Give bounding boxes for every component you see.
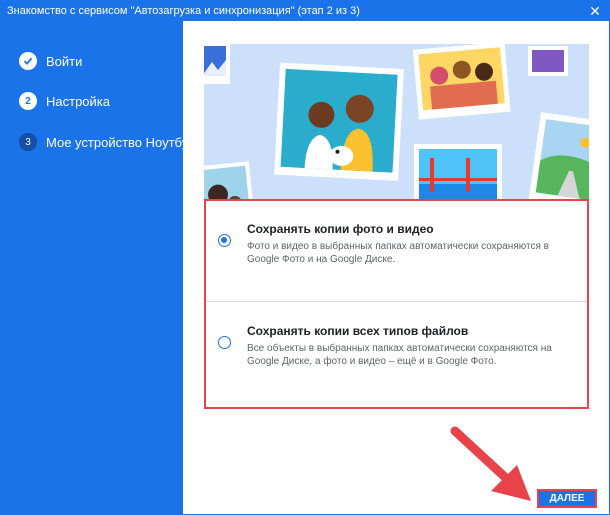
photo-group [412, 44, 511, 120]
option-title: Сохранять копии фото и видео [247, 222, 434, 236]
step-label: Настройка [46, 93, 110, 109]
main-content: Сохранять копии фото и видео Фото и виде… [183, 21, 609, 514]
radio-all-files[interactable] [218, 336, 231, 349]
close-icon[interactable]: ✕ [585, 1, 605, 21]
step-label: Войти [46, 53, 83, 69]
window-title: Знакомство с сервисом "Автозагрузка и си… [7, 5, 360, 17]
step-my-device[interactable]: 3 Мое устройство Ноутбук [19, 132, 194, 152]
radio-photos-videos[interactable] [218, 234, 231, 247]
photo-purple [528, 46, 568, 76]
sidebar: Войти 2 Настройка 3 Мое устройство Ноутб… [1, 21, 194, 514]
option-description: Фото и видео в выбранных папках автомати… [247, 241, 549, 265]
backup-options-card: Сохранять копии фото и видео Фото и виде… [204, 199, 589, 409]
check-icon [19, 52, 37, 70]
option-photos-videos[interactable]: Сохранять копии фото и видео Фото и виде… [206, 201, 587, 301]
option-description: Все объекты в выбранных папках автоматич… [247, 343, 552, 367]
step-number: 2 [19, 92, 37, 110]
option-title: Сохранять копии всех типов файлов [247, 324, 469, 338]
step-number: 3 [19, 133, 37, 151]
title-bar: Знакомство с сервисом "Автозагрузка и си… [1, 1, 609, 21]
step-settings[interactable]: 2 Настройка [19, 91, 110, 111]
option-all-files[interactable]: Сохранять копии всех типов файлов Все об… [206, 302, 587, 409]
photo-family [274, 62, 404, 181]
step-sign-in[interactable]: Войти [19, 51, 82, 71]
photo-mountains [204, 44, 230, 84]
next-button[interactable]: ДАЛЕЕ [537, 489, 597, 508]
app-window: Знакомство с сервисом "Автозагрузка и си… [0, 0, 610, 515]
hero-illustration [204, 44, 589, 224]
step-label: Мое устройство Ноутбук [46, 134, 194, 150]
arrow-annotation-icon [450, 426, 531, 501]
